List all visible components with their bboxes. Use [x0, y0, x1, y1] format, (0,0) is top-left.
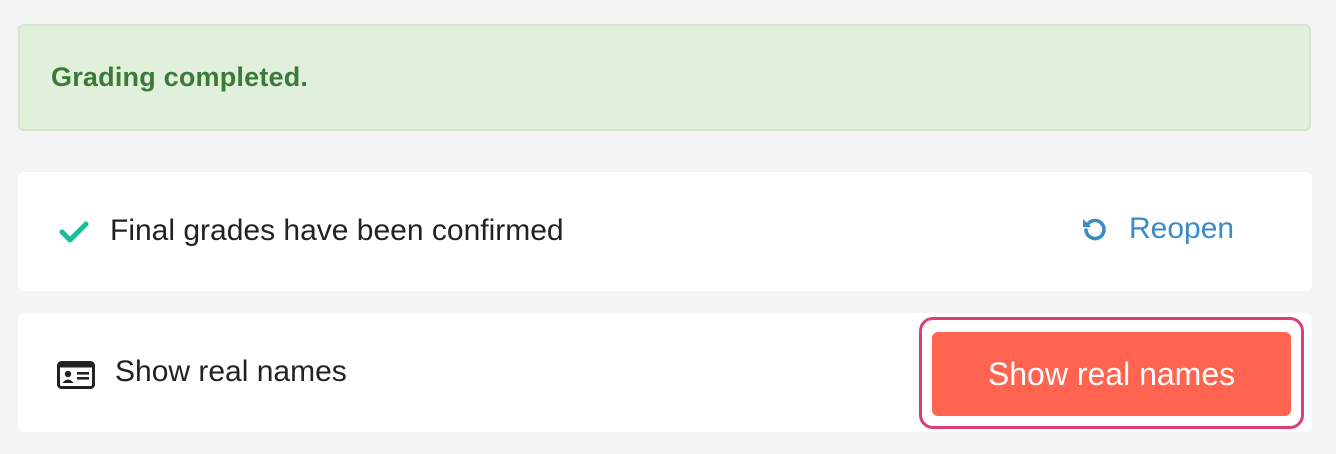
check-icon	[58, 220, 90, 244]
show-names-label: Show real names	[115, 355, 347, 388]
id-card-icon	[57, 361, 95, 389]
reopen-link[interactable]: Reopen	[1081, 212, 1234, 246]
final-grades-label: Final grades have been confirmed	[110, 214, 564, 247]
show-real-names-button[interactable]: Show real names	[932, 332, 1291, 416]
alert-message: Grading completed.	[51, 62, 309, 92]
undo-icon	[1081, 215, 1109, 243]
show-names-card: Show real names Show real names	[18, 313, 1312, 432]
grading-completed-alert: Grading completed.	[18, 24, 1311, 131]
final-grades-card: Final grades have been confirmed Reopen	[18, 172, 1312, 291]
reopen-label: Reopen	[1129, 212, 1235, 245]
